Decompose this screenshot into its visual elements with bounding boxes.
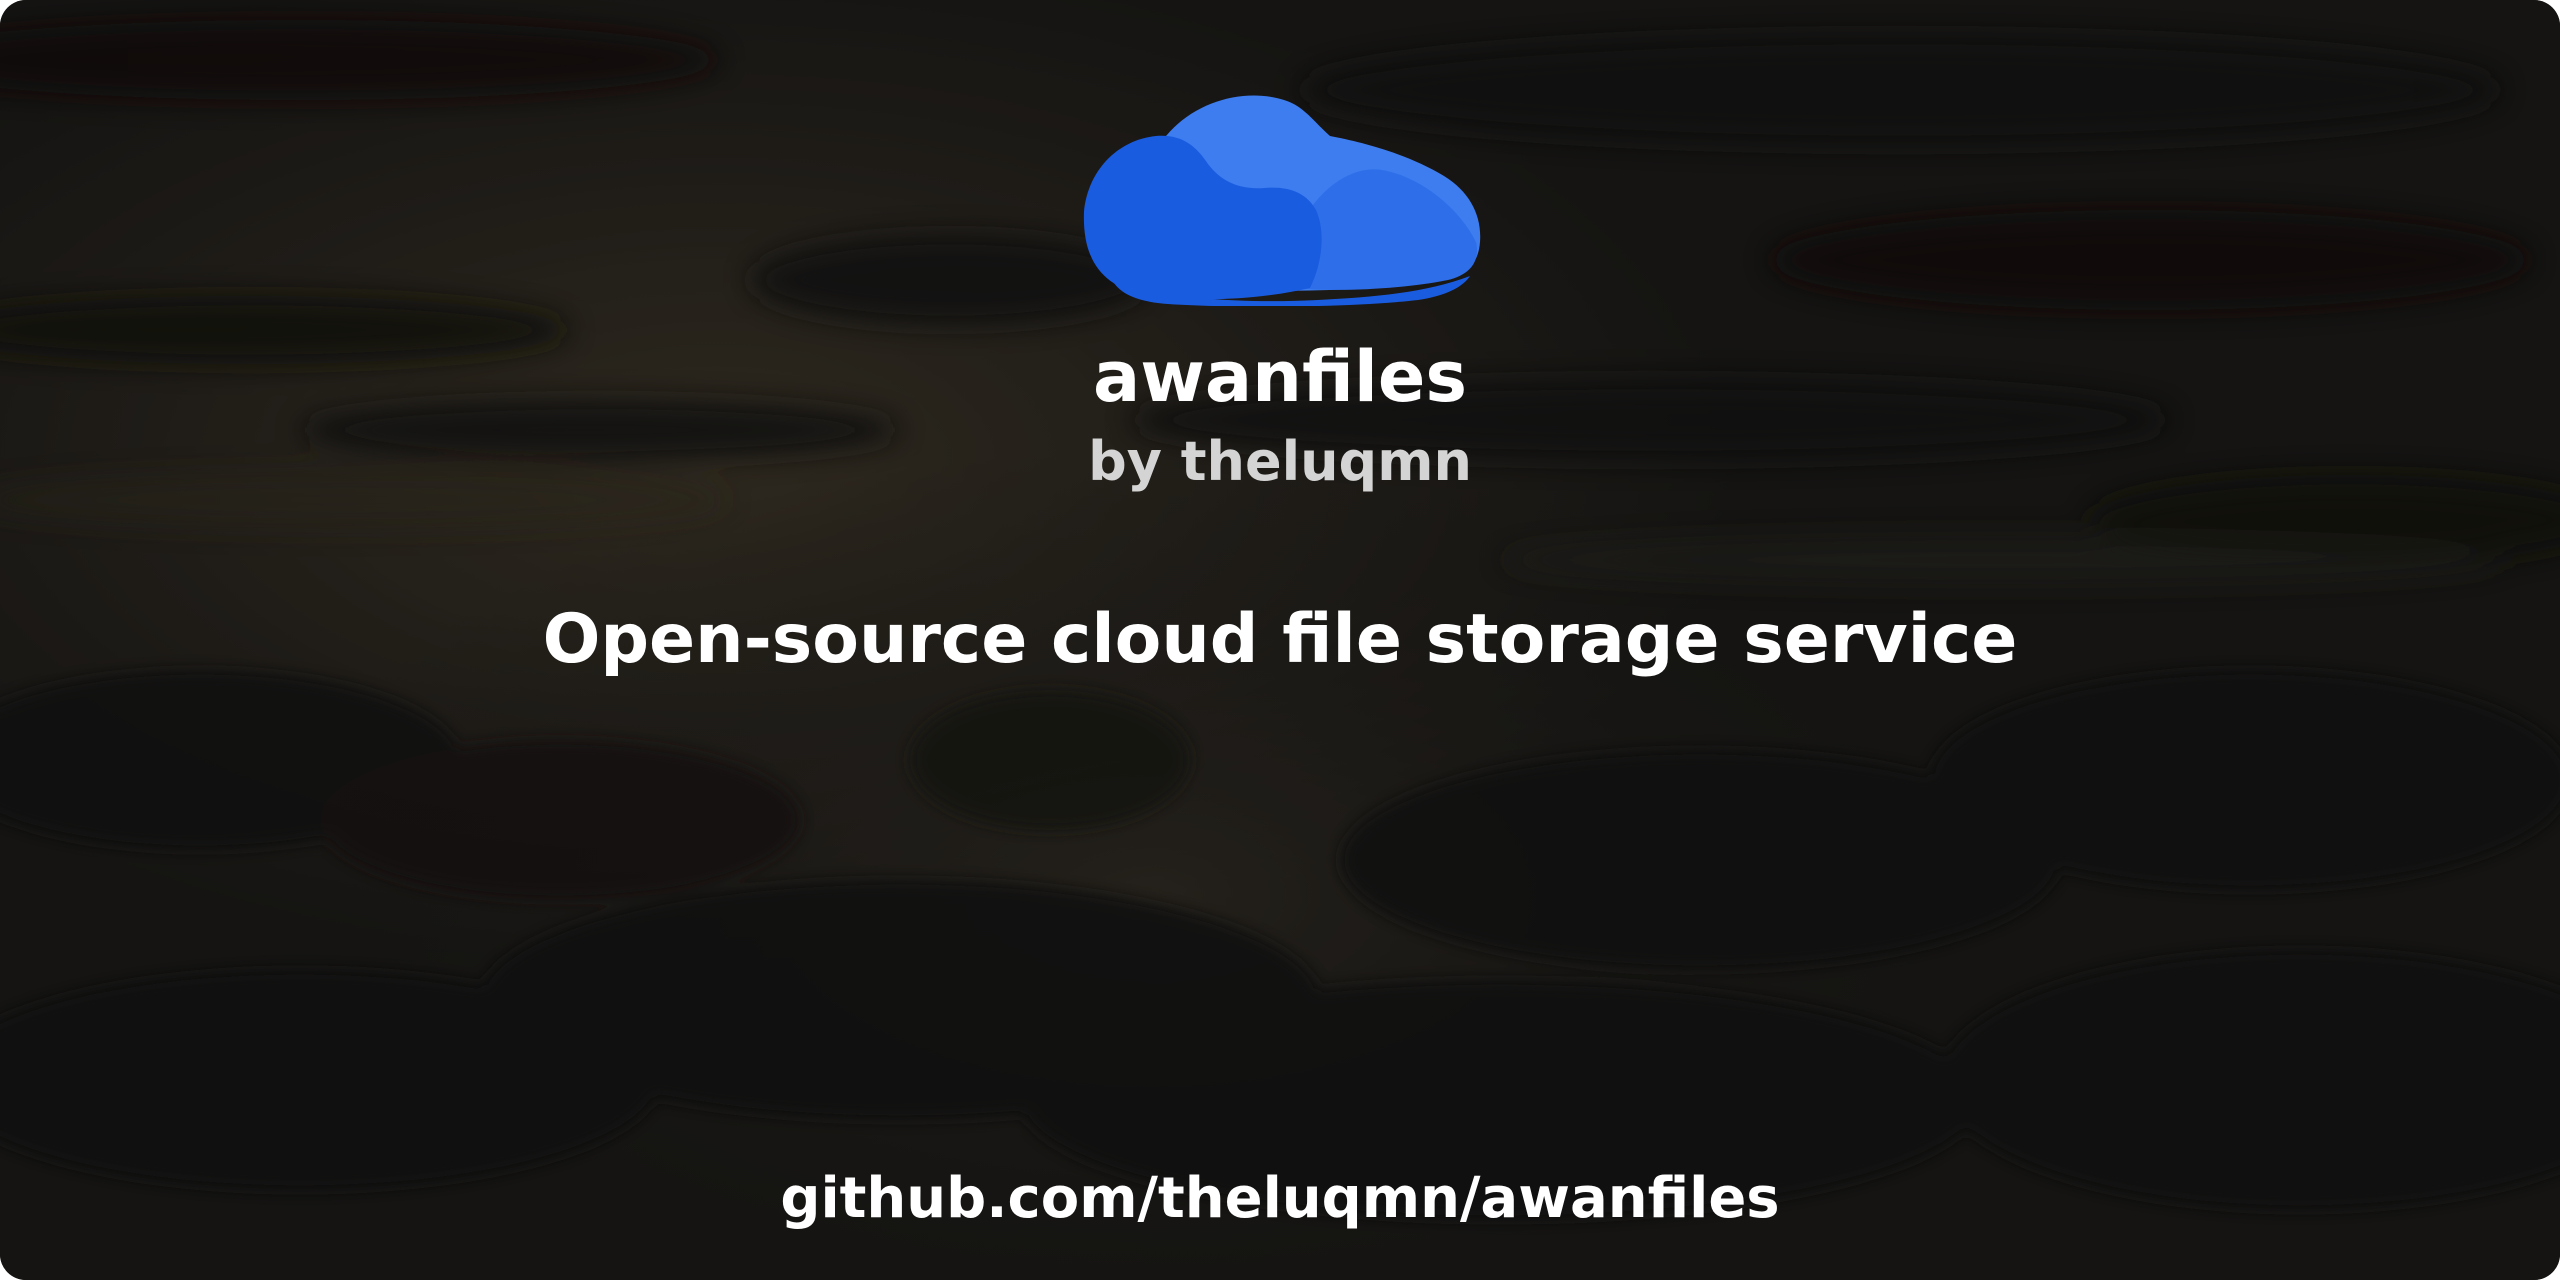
cloud-icon (1083, 95, 1481, 306)
tagline: Open-source cloud file storage service (542, 600, 2018, 679)
author-byline: by theluqmn (1088, 430, 1472, 493)
banner-card: awanfiles by theluqmn Open-source cloud … (0, 0, 2560, 1280)
repository-link[interactable]: github.com/theluqmn/awanfiles (0, 1160, 2560, 1238)
app-title: awanfiles (1093, 336, 1467, 418)
